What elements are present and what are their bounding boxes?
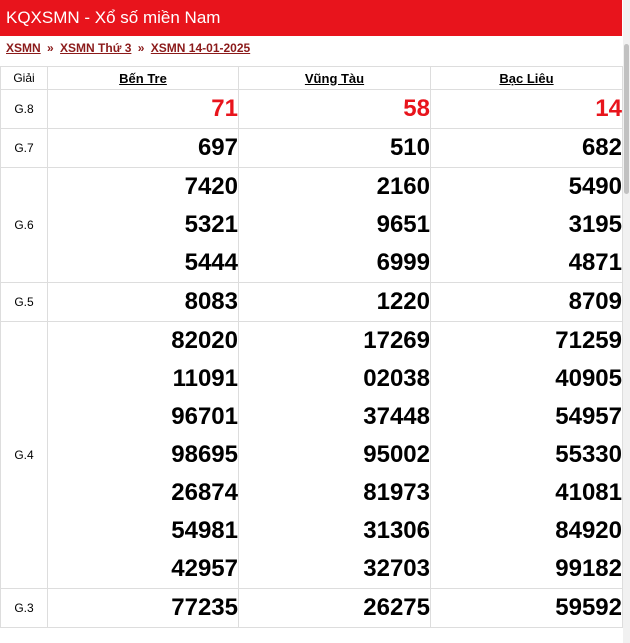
result-number: 81973 [363,479,430,506]
result-number: 54957 [555,403,622,430]
province-header-vung-tau: Vũng Tàu [238,66,431,90]
breadcrumb: XSMN » XSMN Thứ 3 » XSMN 14-01-2025 [6,41,250,55]
breadcrumb-separator: » [137,41,145,55]
prize-column-header: Giải [0,66,48,90]
result-number: 8709 [568,288,622,315]
result-number: 71 [211,95,238,122]
result-cell: 7420 5321 5444 [47,167,239,283]
prize-label: G.5 [0,282,48,322]
result-cell: 1220 [238,282,431,322]
result-number: 31306 [363,517,430,544]
prize-row-g4: G.4 82020 11091 96701 98695 26874 54981 42957 17… [0,321,623,589]
result-number: 77235 [171,594,238,621]
result-cell: 26275 [238,588,431,628]
result-cell: 8083 [47,282,239,322]
result-cell: 17269 02038 37448 95002 81973 31306 32703 [238,321,431,589]
result-cell: 58 [238,89,431,129]
scrollbar[interactable] [623,0,630,643]
result-number: 54981 [171,517,238,544]
prize-row-g7: G.7 697 510 682 [0,128,623,168]
result-number: 96701 [171,403,238,430]
prize-label: G.3 [0,588,48,628]
result-cell: 697 [47,128,239,168]
prize-label: G.6 [0,167,48,283]
result-number: 58 [403,95,430,122]
result-cell: 682 [430,128,623,168]
result-number: 7420 [184,173,238,200]
result-number: 84920 [555,517,622,544]
result-number: 5444 [184,249,238,276]
prize-label: G.4 [0,321,48,589]
result-number: 4871 [568,249,622,276]
result-cell: 14 [430,89,623,129]
result-number: 6999 [376,249,430,276]
result-number: 26874 [171,479,238,506]
result-cell: 59592 [430,588,623,628]
prize-label: G.7 [0,128,48,168]
province-link-bac-lieu[interactable]: Bạc Liêu [499,71,553,86]
result-number: 5321 [184,211,238,238]
breadcrumb-xsmn[interactable]: XSMN [6,41,41,55]
result-number: 55330 [555,441,622,468]
result-cell: 510 [238,128,431,168]
result-cell: 77235 [47,588,239,628]
province-link-vung-tau[interactable]: Vũng Tàu [305,71,364,86]
prize-row-g6: G.6 7420 5321 5444 2160 9651 6999 5490 3195 4871 [0,167,623,283]
result-number: 3195 [568,211,622,238]
prize-row-g3: G.3 77235 26275 59592 [0,588,623,628]
result-cell: 5490 3195 4871 [430,167,623,283]
result-number: 02038 [363,365,430,392]
result-cell: 2160 9651 6999 [238,167,431,283]
result-number: 82020 [171,327,238,354]
result-number: 59592 [555,594,622,621]
result-number: 41081 [555,479,622,506]
result-number: 37448 [363,403,430,430]
breadcrumb-separator: » [47,41,54,55]
breadcrumb-xsmn-date[interactable]: XSMN 14-01-2025 [151,41,250,55]
result-number: 32703 [363,555,430,582]
result-number: 71259 [555,327,622,354]
result-number: 2160 [376,173,430,200]
result-number: 1220 [376,288,430,315]
result-number: 11091 [172,365,238,392]
result-number: 14 [595,95,622,122]
table-header-row: Giải Bến Tre Vũng Tàu Bạc Liêu [0,66,623,90]
result-number: 682 [581,134,622,161]
result-cell: 82020 11091 96701 98695 26874 54981 42957 [47,321,239,589]
province-header-bac-lieu: Bạc Liêu [430,66,623,90]
scrollbar-thumb[interactable] [624,44,629,194]
result-number: 98695 [171,441,238,468]
prize-label: G.8 [0,89,48,129]
province-header-ben-tre: Bến Tre [47,66,239,90]
result-number: 95002 [363,441,430,468]
breadcrumb-xsmn-thu-3[interactable]: XSMN Thứ 3 [60,41,131,55]
province-link-ben-tre[interactable]: Bến Tre [119,71,167,86]
result-cell: 8709 [430,282,623,322]
page-title: KQXSMN - Xổ số miền Nam [6,8,221,27]
result-cell: 71 [47,89,239,129]
result-number: 5490 [568,173,622,200]
result-number: 26275 [363,594,430,621]
result-number: 510 [389,134,430,161]
result-number: 17269 [363,327,430,354]
result-number: 697 [197,134,238,161]
result-number: 9651 [376,211,430,238]
results-table: Giải Bến Tre Vũng Tàu Bạc Liêu G.8 71 58 14… [0,66,623,628]
result-number: 42957 [171,555,238,582]
result-number: 99182 [555,555,622,582]
result-number: 40905 [555,365,622,392]
result-number: 8083 [184,288,238,315]
prize-row-g5: G.5 8083 1220 8709 [0,282,623,322]
prize-row-g8: G.8 71 58 14 [0,89,623,129]
results-body: G.8 71 58 14 G.7 697 510 682 G.6 7420 5321 5444 2160… [0,89,623,628]
result-cell: 71259 40905 54957 55330 41081 84920 99182 [430,321,623,589]
page-title-bar: KQXSMN - Xổ số miền Nam [0,0,622,36]
